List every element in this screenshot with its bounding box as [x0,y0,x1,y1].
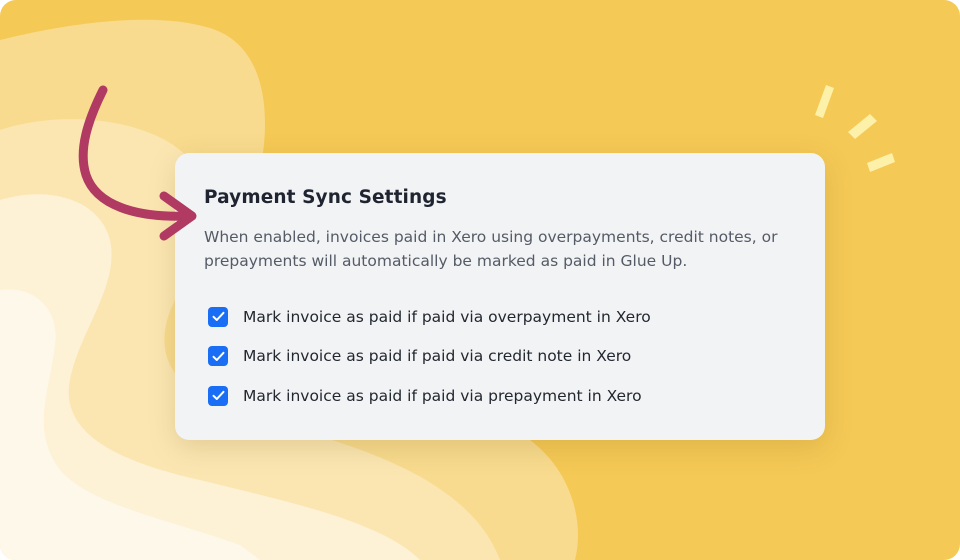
credit-note-checkbox[interactable] [208,346,228,367]
prepayment-checkbox[interactable] [208,385,228,406]
option-label: Mark invoice as paid if paid via credit … [243,347,632,366]
option-credit-note[interactable]: Mark invoice as paid if paid via credit … [204,337,797,377]
option-label: Mark invoice as paid if paid via prepaym… [243,386,642,405]
checkmark-icon [212,312,224,322]
options-list: Mark invoice as paid if paid via overpay… [204,297,797,416]
checkmark-icon [212,391,224,401]
option-label: Mark invoice as paid if paid via overpay… [243,307,651,326]
illustration-stage: Payment Sync Settings When enabled, invo… [0,0,960,560]
option-overpayment[interactable]: Mark invoice as paid if paid via overpay… [204,297,797,337]
payment-sync-settings-card: Payment Sync Settings When enabled, invo… [175,153,825,440]
option-prepayment[interactable]: Mark invoice as paid if paid via prepaym… [204,376,797,416]
checkmark-icon [212,351,224,361]
card-title: Payment Sync Settings [204,187,447,208]
card-description: When enabled, invoices paid in Xero usin… [204,228,778,270]
overpayment-checkbox[interactable] [208,306,228,327]
